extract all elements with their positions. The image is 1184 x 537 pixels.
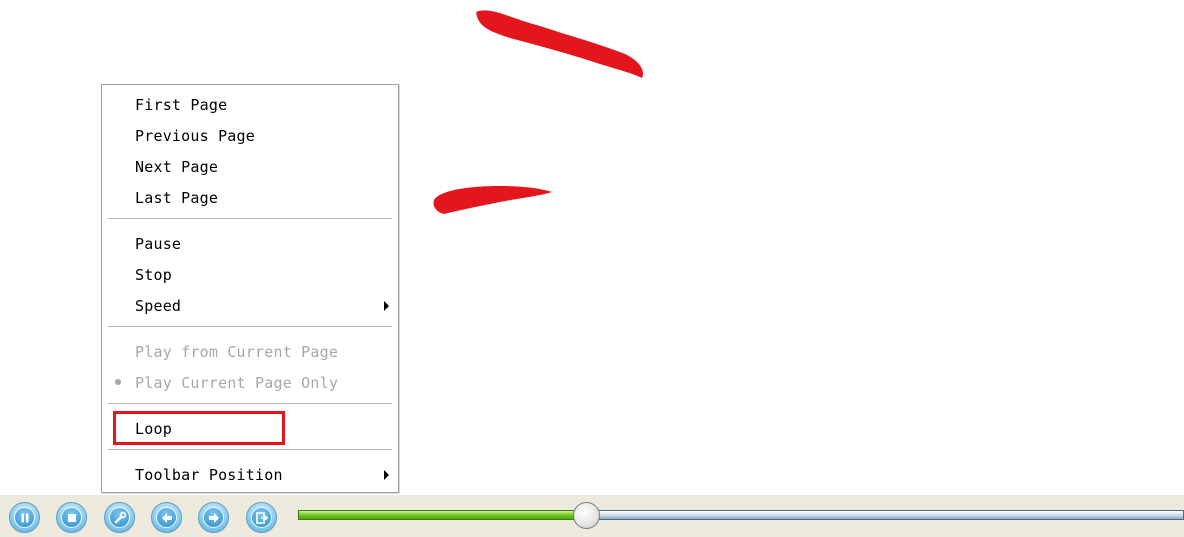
settings-wrench-icon (114, 511, 126, 523)
menu-separator (108, 326, 392, 328)
menu-item-play-from-current-page[interactable]: Play from Current Page (135, 341, 338, 363)
radio-bullet-icon (115, 379, 121, 385)
menu-item-stop[interactable]: Stop (135, 264, 172, 286)
menu-item-toolbar-position[interactable]: Toolbar Position (135, 464, 283, 486)
menu-item-next-page[interactable]: Next Page (135, 156, 218, 178)
previous-arrow-icon (161, 512, 172, 523)
stop-button[interactable] (56, 502, 87, 533)
menu-item-first-page[interactable]: First Page (135, 94, 227, 116)
context-menu: First Page Previous Page Next Page Last … (101, 84, 399, 493)
menu-item-speed[interactable]: Speed (135, 295, 181, 317)
loop-highlight-box (113, 411, 285, 445)
menu-separator (108, 218, 392, 220)
previous-button[interactable] (151, 502, 182, 533)
next-button[interactable] (198, 502, 229, 533)
menu-item-play-current-page-only[interactable]: Play Current Page Only (135, 372, 338, 394)
menu-separator (108, 449, 392, 451)
exit-button[interactable] (246, 502, 277, 533)
submenu-arrow-icon (384, 301, 389, 311)
menu-item-last-page[interactable]: Last Page (135, 187, 218, 209)
submenu-arrow-icon (384, 470, 389, 480)
settings-button[interactable] (104, 502, 135, 533)
seek-bar-thumb[interactable] (573, 502, 600, 529)
pause-button[interactable] (9, 502, 40, 533)
exit-icon (255, 511, 268, 524)
menu-item-previous-page[interactable]: Previous Page (135, 125, 255, 147)
seek-bar-played (298, 510, 588, 520)
menu-separator (108, 403, 392, 405)
red-annotation-stroke-middle (433, 186, 552, 214)
menu-item-pause[interactable]: Pause (135, 233, 181, 255)
red-annotation-stroke-top (476, 10, 644, 79)
pause-icon (21, 513, 28, 522)
next-arrow-icon (208, 512, 219, 523)
seek-bar-track[interactable] (588, 510, 1184, 520)
stop-icon (67, 513, 76, 522)
